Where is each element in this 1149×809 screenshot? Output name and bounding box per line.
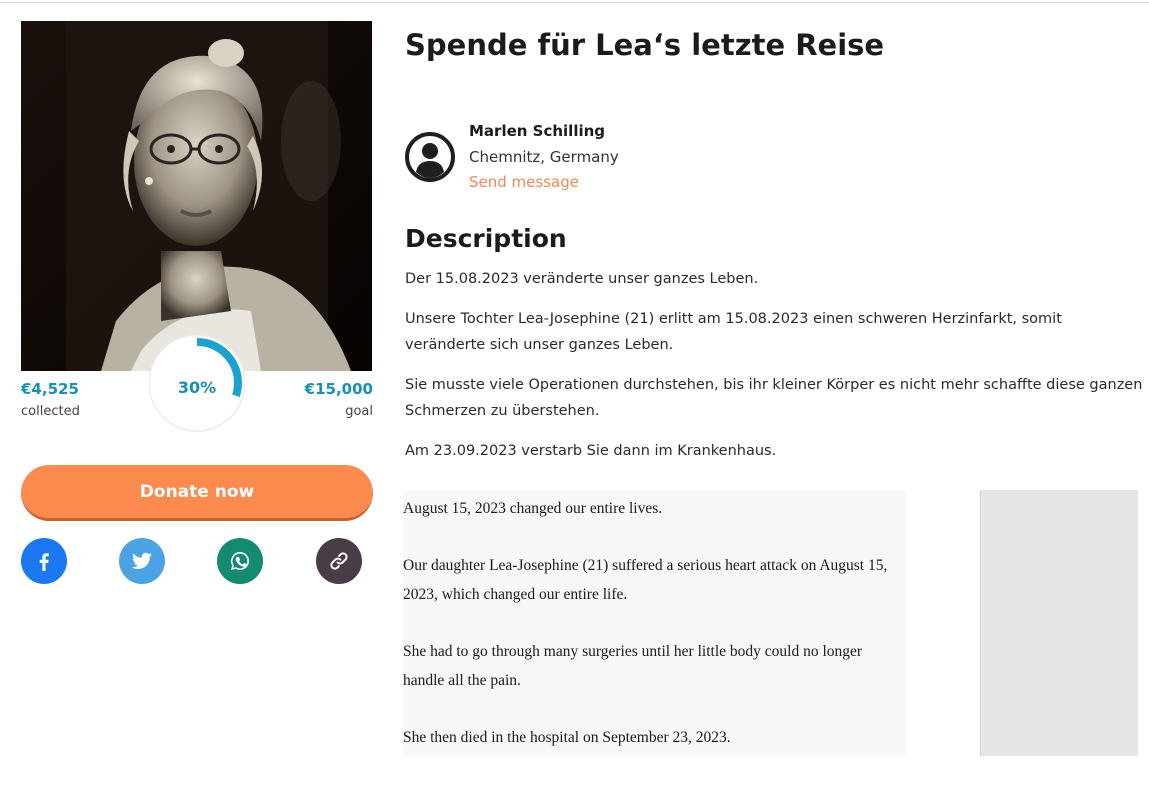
share-twitter-button[interactable] <box>119 538 165 584</box>
progress-percent: 30% <box>177 378 217 397</box>
description-paragraph: Der 15.08.2023 veränderte unser ganzes L… <box>405 271 759 287</box>
collected-amount: €4,525 <box>21 380 79 398</box>
campaign-photo-image <box>21 21 372 371</box>
description-paragraph: Am 23.09.2023 verstarb Sie dann im Krank… <box>405 443 777 459</box>
facebook-icon <box>39 553 49 571</box>
author-location: Chemnitz, Germany <box>469 148 619 166</box>
collected-label: collected <box>21 404 80 419</box>
description-paragraph: Sie musste viele Operationen durchstehen… <box>405 377 1143 419</box>
whatsapp-icon <box>230 551 250 570</box>
send-message-link[interactable]: Send message <box>469 173 579 191</box>
donate-now-button[interactable]: Donate now <box>21 465 373 521</box>
side-panel <box>980 490 1138 756</box>
donation-progress: €4,525 collected 30% €15,000 goal <box>21 330 373 440</box>
link-icon <box>330 552 348 570</box>
author-name: Marlen Schilling <box>469 122 606 140</box>
goal-amount: €15,000 <box>304 380 373 398</box>
share-facebook-button[interactable] <box>21 538 67 584</box>
translation-paragraph: She then died in the hospital on Septemb… <box>403 729 731 746</box>
top-divider <box>0 2 1149 3</box>
description-paragraph: Unsere Tochter Lea-Josephine (21) erlitt… <box>405 311 1062 353</box>
user-avatar-icon <box>405 132 455 182</box>
twitter-icon <box>131 552 152 569</box>
translation-popup: August 15, 2023 changed our entire lives… <box>403 490 906 756</box>
description-heading: Description <box>405 224 567 253</box>
translation-paragraph: She had to go through many surgeries unt… <box>403 643 863 689</box>
campaign-photo <box>21 21 372 371</box>
translation-paragraph: Our daughter Lea-Josephine (21) suffered… <box>403 557 888 603</box>
goal-stat: €15,000 goal <box>305 380 373 419</box>
goal-label: goal <box>345 404 373 419</box>
share-whatsapp-button[interactable] <box>217 538 263 584</box>
collected-stat: €4,525 collected <box>21 380 80 419</box>
description-body: Der 15.08.2023 veränderte unser ganzes L… <box>405 266 1145 478</box>
campaign-title: Spende für Lea‘s letzte Reise <box>405 28 885 62</box>
copy-link-button[interactable] <box>316 538 362 584</box>
translation-paragraph: August 15, 2023 changed our entire lives… <box>403 500 663 517</box>
